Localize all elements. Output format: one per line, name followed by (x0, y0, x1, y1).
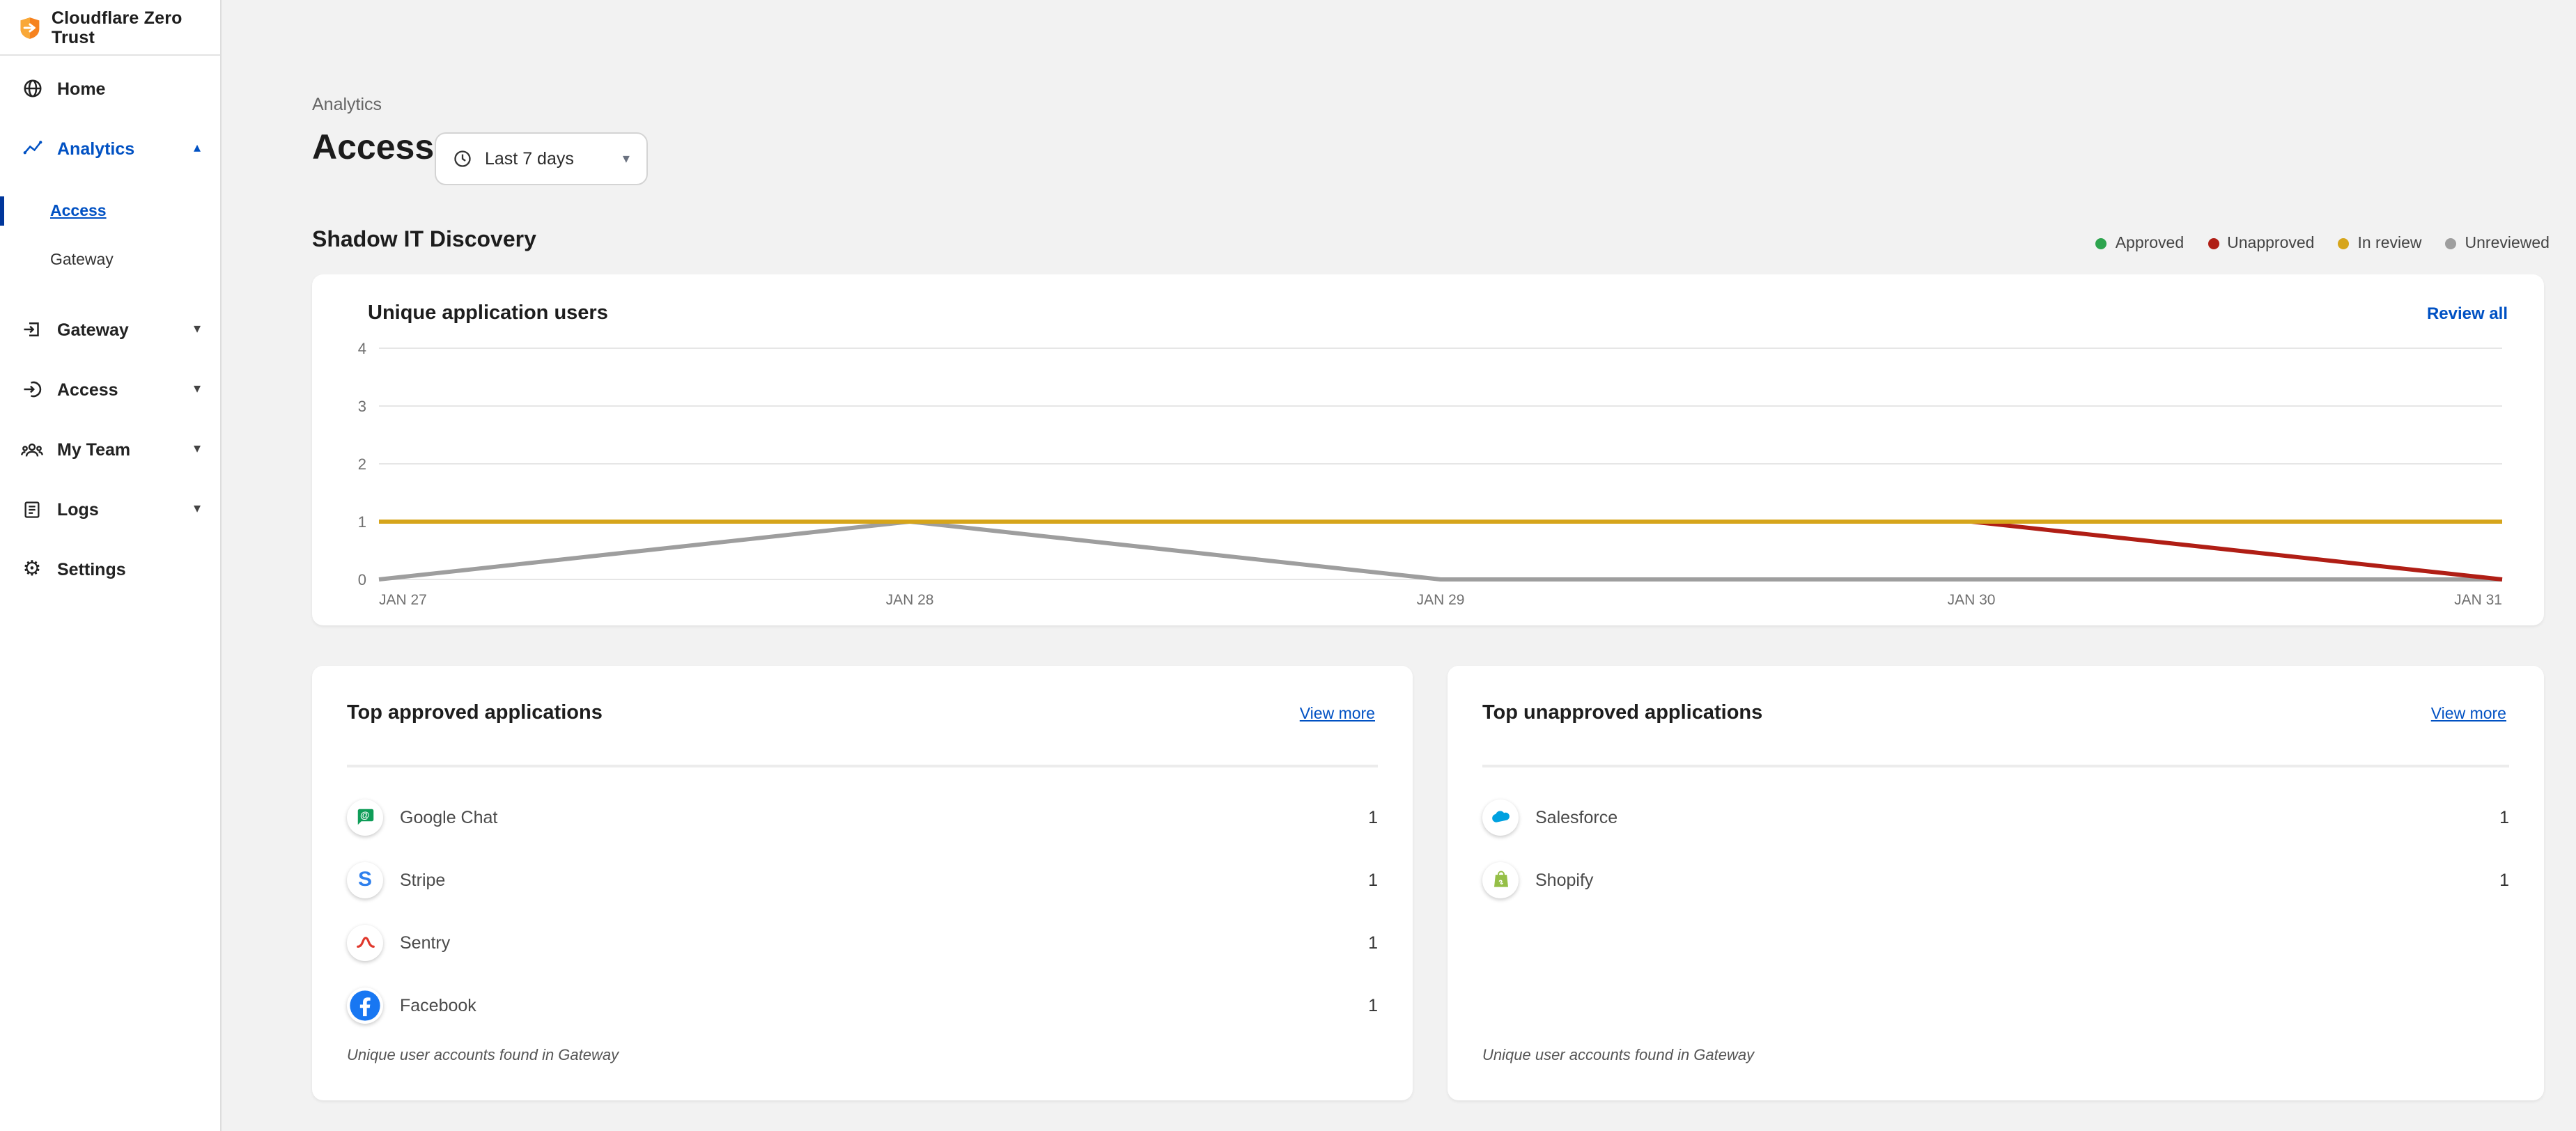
chevron-down-icon[interactable]: ▾ (194, 322, 201, 337)
status-legend: Approved Unapproved In review Unreviewed (2096, 235, 2550, 252)
time-range-dropdown[interactable]: Last 7 days ▾ (435, 132, 648, 185)
page-title: Access (312, 128, 434, 169)
team-icon (21, 438, 43, 460)
shopify-icon (1482, 861, 1519, 898)
sidebar-item-label: Logs (57, 499, 99, 519)
svg-text:1: 1 (358, 513, 366, 531)
facebook-icon (347, 987, 383, 1023)
section-title: Shadow IT Discovery (312, 228, 536, 254)
chevron-down-icon[interactable]: ▾ (194, 442, 201, 457)
app-row-shopify[interactable]: Shopify 1 (1482, 848, 2509, 911)
svg-text:JAN 29: JAN 29 (1417, 592, 1465, 608)
view-more-link[interactable]: View more (2431, 706, 2506, 723)
sidebar-item-gateway[interactable]: Gateway ▾ (0, 299, 220, 359)
time-range-value: Last 7 days (485, 149, 574, 169)
view-more-link[interactable]: View more (1300, 706, 1375, 723)
top-unapproved-apps-card: Top unapproved applications View more Sa… (1448, 666, 2544, 1100)
app-logo-row[interactable]: Cloudflare Zero Trust (0, 0, 220, 56)
unapproved-dot-icon (2208, 238, 2219, 249)
active-indicator-bar (0, 196, 4, 226)
analytics-icon (21, 137, 43, 159)
chevron-up-icon[interactable]: ▴ (194, 141, 201, 156)
app-row-stripe[interactable]: S Stripe 1 (347, 848, 1378, 911)
svg-text:JAN 27: JAN 27 (379, 592, 427, 608)
svg-text:3: 3 (358, 398, 366, 415)
top-approved-apps-card: Top approved applications View more @ Go… (312, 666, 1413, 1100)
stripe-icon: S (347, 861, 383, 898)
sidebar: Cloudflare Zero Trust Home Analytics (0, 0, 222, 1131)
sentry-icon (347, 924, 383, 960)
svg-text:0: 0 (358, 571, 366, 588)
legend-item-in-review: In review (2338, 235, 2421, 252)
sidebar-subitem-access[interactable]: Access (0, 187, 220, 235)
sidebar-nav: Home Analytics ▴ Access Gateway (0, 58, 220, 599)
svg-text:@: @ (359, 810, 368, 820)
gear-icon: ⚙ (21, 558, 43, 580)
svg-text:JAN 31: JAN 31 (2454, 592, 2502, 608)
chevron-down-icon[interactable]: ▾ (194, 382, 201, 397)
sidebar-item-settings[interactable]: ⚙ Settings (0, 539, 220, 599)
salesforce-icon (1482, 799, 1519, 835)
card-footer-note: Unique user accounts found in Gateway (1482, 1047, 1754, 1064)
sidebar-item-label: Analytics (57, 139, 134, 158)
unreviewed-dot-icon (2446, 238, 2457, 249)
app-row-sentry[interactable]: Sentry 1 (347, 911, 1378, 974)
sidebar-item-logs[interactable]: Logs ▾ (0, 479, 220, 539)
sidebar-item-home[interactable]: Home (0, 58, 220, 118)
chevron-down-icon[interactable]: ▾ (194, 501, 201, 517)
legend-item-approved: Approved (2096, 235, 2184, 252)
analytics-subnav: Access Gateway (0, 187, 220, 284)
sidebar-item-analytics[interactable]: Analytics ▴ (0, 118, 220, 178)
svg-text:JAN 30: JAN 30 (1948, 592, 1996, 608)
cloudflare-zero-trust-logo-icon (18, 15, 42, 40)
divider (1482, 765, 2509, 767)
main-content: Analytics Access Last 7 days ▾ Shadow IT… (223, 0, 2576, 1131)
svg-text:JAN 28: JAN 28 (886, 592, 934, 608)
sidebar-subitem-label: Access (50, 203, 107, 219)
app-title: Cloudflare Zero Trust (52, 8, 220, 47)
svg-text:4: 4 (358, 340, 366, 357)
sidebar-subitem-gateway[interactable]: Gateway (0, 235, 220, 284)
sidebar-item-my-team[interactable]: My Team ▾ (0, 419, 220, 479)
sidebar-item-access[interactable]: Access ▾ (0, 359, 220, 419)
card-title: Top unapproved applications (1482, 702, 1762, 724)
access-icon (21, 378, 43, 400)
svg-text:2: 2 (358, 455, 366, 473)
logs-icon (21, 498, 43, 520)
unique-users-chart-card: Unique application users Review all 0123… (312, 274, 2544, 625)
chevron-down-icon: ▾ (623, 151, 630, 166)
in-review-dot-icon (2338, 238, 2349, 249)
sidebar-item-label: My Team (57, 439, 130, 459)
legend-item-unreviewed: Unreviewed (2446, 235, 2550, 252)
sidebar-item-label: Gateway (57, 320, 129, 339)
app-row-salesforce[interactable]: Salesforce 1 (1482, 786, 2509, 848)
clock-icon (453, 149, 472, 169)
gateway-icon (21, 318, 43, 341)
approved-dot-icon (2096, 238, 2107, 249)
legend-item-unapproved: Unapproved (2208, 235, 2314, 252)
google-chat-icon: @ (347, 799, 383, 835)
line-chart: 0 1 2 3 4 JAN 27 JAN 28 JAN 29 JAN 30 JAN 31 (312, 274, 2544, 625)
card-footer-note: Unique user accounts found in Gateway (347, 1047, 619, 1064)
sidebar-item-label: Home (57, 79, 105, 98)
divider (347, 765, 1378, 767)
app-row-facebook[interactable]: Facebook 1 (347, 974, 1378, 1036)
sidebar-item-label: Access (57, 380, 118, 399)
breadcrumb: Analytics (312, 95, 382, 114)
sidebar-subitem-label: Gateway (50, 251, 114, 268)
globe-icon (21, 77, 43, 100)
app-row-google-chat[interactable]: @ Google Chat 1 (347, 786, 1378, 848)
sidebar-item-label: Settings (57, 559, 126, 579)
card-title: Top approved applications (347, 702, 603, 724)
